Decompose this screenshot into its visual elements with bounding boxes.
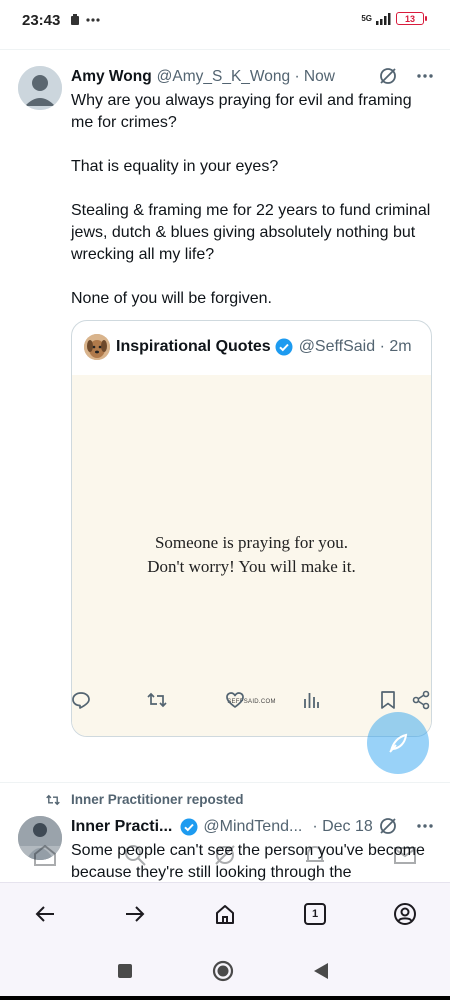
notifications-icon[interactable]: [302, 842, 328, 868]
tabs-button[interactable]: 1: [302, 901, 328, 927]
home-icon: [216, 905, 234, 924]
system-back-button[interactable]: [310, 960, 332, 982]
more-options-icon[interactable]: [416, 816, 434, 836]
quoted-tweet[interactable]: Inspirational Quotes @SeffSaid · 2m Some…: [71, 320, 432, 737]
triangle-back-icon: [314, 963, 328, 979]
verified-badge-icon: [275, 338, 293, 356]
system-navigation-bar: [0, 946, 450, 996]
quote-image-text: Someone is praying for you. Don't worry!…: [72, 531, 431, 579]
author-name[interactable]: Amy Wong: [71, 68, 152, 86]
tweet-actions: [71, 688, 433, 712]
network-type: 5G: [361, 13, 372, 23]
reply-icon[interactable]: [69, 688, 93, 712]
tweet-header: Amy Wong @Amy_S_K_Wong · Now: [71, 66, 434, 88]
quoted-author-handle: @SeffSaid · 2m: [298, 338, 412, 355]
tweet-text: Why are you always praying for evil and …: [71, 92, 431, 307]
system-home-button[interactable]: [212, 960, 234, 982]
browser-toolbar: 1: [0, 882, 450, 946]
divider: [0, 49, 450, 50]
divider: [0, 782, 450, 783]
recents-button[interactable]: [114, 960, 136, 982]
arrow-right-icon: [126, 906, 145, 922]
views-icon[interactable]: [299, 688, 323, 712]
dog-avatar-icon: [84, 334, 110, 360]
account-icon: [394, 903, 416, 925]
search-icon[interactable]: [122, 842, 148, 868]
messages-icon[interactable]: [392, 842, 418, 868]
signal-icon: [376, 12, 391, 25]
tab-count: 1: [304, 903, 326, 925]
quoted-avatar: [84, 334, 110, 360]
repost-icon: [46, 794, 60, 805]
square-icon: [118, 964, 132, 978]
quote-line-2: Don't worry! You will make it.: [147, 557, 356, 576]
author-handle[interactable]: @MindTend...: [203, 818, 302, 836]
home-icon[interactable]: [32, 842, 58, 868]
grok-icon[interactable]: [378, 66, 398, 86]
home-button[interactable]: [212, 901, 238, 927]
status-bar: 23:43 5G 13: [0, 0, 450, 40]
avatar[interactable]: [18, 66, 62, 110]
notification-icon: [71, 14, 80, 25]
screen-edge: [0, 996, 450, 1000]
bookmark-icon[interactable]: [376, 688, 400, 712]
battery-icon: 13: [396, 12, 427, 25]
tweet-header: Inner Practi... @MindTend... · Dec 18: [71, 816, 434, 838]
tweet-date: · Dec 18: [312, 818, 373, 835]
compose-feather-icon: [389, 733, 408, 753]
more-options-icon[interactable]: [416, 66, 434, 86]
quoted-author-name: Inspirational Quotes: [116, 338, 271, 355]
author-name[interactable]: Inner Practi...: [71, 818, 172, 836]
repost-icon[interactable]: [145, 688, 169, 712]
default-avatar-icon: [18, 66, 62, 110]
quote-line-1: Someone is praying for you.: [154, 533, 349, 552]
status-time: 23:43: [22, 11, 61, 29]
compose-button[interactable]: [367, 712, 429, 774]
share-icon[interactable]: [409, 688, 433, 712]
repost-label: Inner Practitioner reposted: [71, 792, 244, 807]
back-button[interactable]: [32, 901, 58, 927]
forward-button[interactable]: [122, 901, 148, 927]
author-handle[interactable]: @Amy_S_K_Wong · Now: [157, 68, 335, 86]
circle-icon: [212, 960, 234, 982]
grok-icon[interactable]: [212, 842, 238, 868]
more-notifications-icon: [86, 18, 100, 22]
quote-image[interactable]: Someone is praying for you. Don't worry!…: [72, 375, 431, 736]
verified-badge-icon: [180, 818, 198, 836]
quoted-tweet-header: Inspirational Quotes @SeffSaid · 2m: [72, 321, 431, 373]
grok-icon[interactable]: [378, 816, 398, 836]
like-icon[interactable]: [223, 688, 247, 712]
app-bottom-nav: [0, 838, 450, 878]
repost-indicator[interactable]: Inner Practitioner reposted: [44, 792, 244, 807]
account-button[interactable]: [392, 901, 418, 927]
battery-level: 13: [404, 13, 415, 24]
arrow-left-icon: [35, 906, 54, 922]
